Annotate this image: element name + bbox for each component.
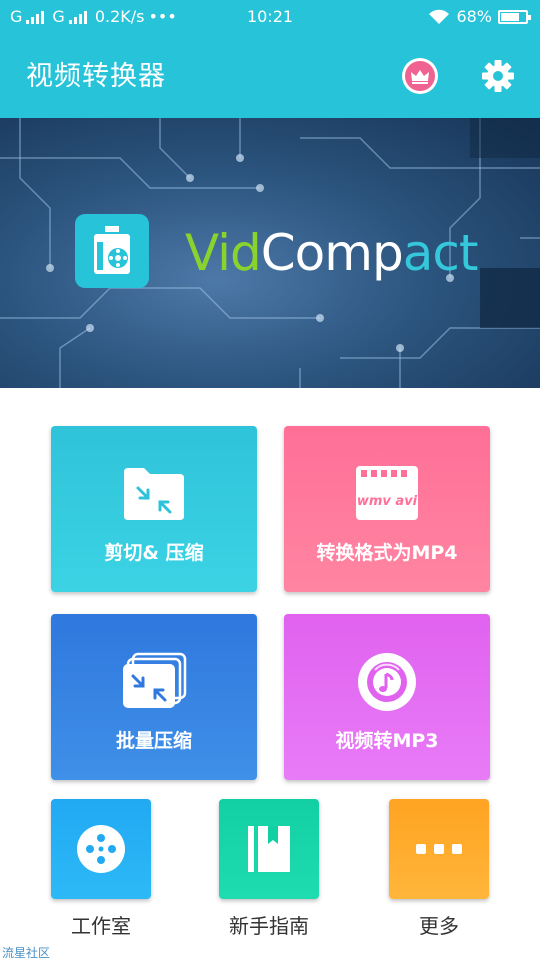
brand-part-3: act xyxy=(402,224,479,282)
batch-compress-card[interactable]: 批量压缩 xyxy=(51,614,257,780)
film-format-text: wmv avi xyxy=(357,494,418,509)
battery-percent: 68% xyxy=(456,7,492,26)
vip-button[interactable] xyxy=(402,58,438,94)
crown-icon xyxy=(405,61,435,91)
more-label: 更多 xyxy=(419,914,459,938)
card-label: 视频转MP3 xyxy=(335,730,439,752)
watermark: 流星社区 xyxy=(2,946,51,960)
cut-compress-card[interactable]: 剪切& 压缩 xyxy=(51,426,257,592)
convert-mp4-card[interactable]: wmv avi 转换格式为MP4 xyxy=(284,426,490,592)
book-icon xyxy=(248,826,290,872)
status-bar: G G 0.2K/s ••• 10:21 68% xyxy=(0,0,540,34)
card-label: 转换格式为MP4 xyxy=(316,542,458,564)
gear-icon xyxy=(482,60,514,92)
app-title: 视频转换器 xyxy=(26,61,166,92)
studio-button[interactable] xyxy=(51,799,151,899)
brand-wordmark: VidCompact xyxy=(185,224,479,282)
app-logo-icon xyxy=(75,214,149,288)
app-bar: 视频转换器 xyxy=(0,34,540,118)
wifi-icon xyxy=(429,9,450,24)
brand-part-1: Vid xyxy=(185,224,262,282)
wmv-avi-film-icon: wmv avi xyxy=(355,464,419,526)
more-dots-icon xyxy=(416,844,462,854)
film-reel-icon xyxy=(77,825,125,873)
music-disc-icon xyxy=(355,652,419,716)
card-label: 批量压缩 xyxy=(115,730,192,752)
brand-part-2: Comp xyxy=(260,224,404,282)
more-button[interactable] xyxy=(389,799,489,899)
guide-label: 新手指南 xyxy=(229,914,309,938)
battery-icon xyxy=(498,9,531,24)
folder-compress-icon xyxy=(122,464,186,526)
status-right: 68% xyxy=(428,7,531,26)
beginner-guide-button[interactable] xyxy=(219,799,319,899)
batch-compress-icon xyxy=(121,652,187,716)
studio-label: 工作室 xyxy=(71,914,131,938)
video-to-mp3-card[interactable]: 视频转MP3 xyxy=(284,614,490,780)
card-label: 剪切& 压缩 xyxy=(104,542,204,564)
settings-button[interactable] xyxy=(480,58,516,94)
promo-banner[interactable]: VidCompact xyxy=(0,118,540,388)
